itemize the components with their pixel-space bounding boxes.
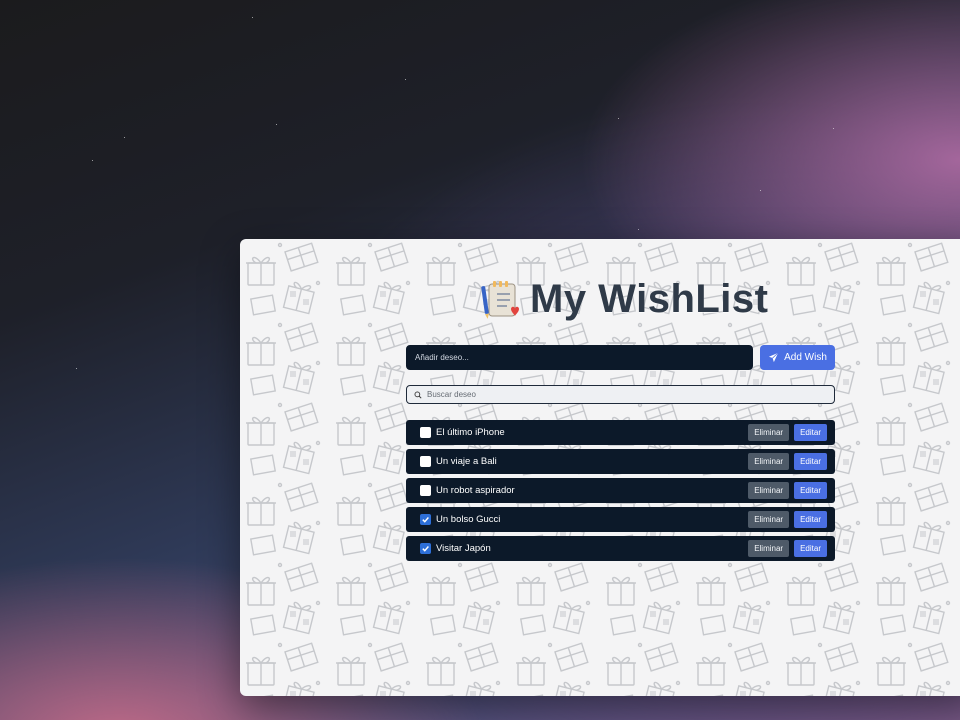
edit-button[interactable]: Editar [794,424,827,441]
checkmark-icon [422,546,429,552]
wish-item: Un bolso Gucci Eliminar Editar [406,507,835,532]
wish-checkbox[interactable] [420,514,431,525]
wish-checkbox[interactable] [420,543,431,554]
edit-button[interactable]: Editar [794,511,827,528]
wish-label: El último iPhone [436,427,505,438]
header: My WishList [480,275,769,323]
add-wish-button[interactable]: Add Wish [760,345,835,370]
wish-list: El último iPhone Eliminar Editar Un viaj… [406,420,835,565]
wish-checkbox[interactable] [420,485,431,496]
delete-button[interactable]: Eliminar [748,424,790,441]
wish-item: El último iPhone Eliminar Editar [406,420,835,445]
delete-button[interactable]: Eliminar [748,540,790,557]
wish-item: Visitar Japón Eliminar Editar [406,536,835,561]
checkmark-icon [422,517,429,523]
wish-checkbox[interactable] [420,456,431,467]
add-wish-button-label: Add Wish [784,352,827,363]
search-bar[interactable] [406,385,835,404]
wish-item: Un viaje a Bali Eliminar Editar [406,449,835,474]
wish-checkbox[interactable] [420,427,431,438]
wishlist-window: My WishList Add Wish El último iPhone El… [240,239,960,696]
add-wish-input[interactable] [406,345,753,370]
wish-item: Un robot aspirador Eliminar Editar [406,478,835,503]
wish-label: Un robot aspirador [436,485,515,496]
search-input[interactable] [427,390,807,399]
edit-button[interactable]: Editar [794,482,827,499]
search-icon [414,391,422,399]
notepad-pen-heart-icon [481,281,519,319]
wish-label: Un viaje a Bali [436,456,497,467]
delete-button[interactable]: Eliminar [748,453,790,470]
page-title: My WishList [530,276,769,321]
edit-button[interactable]: Editar [794,453,827,470]
edit-button[interactable]: Editar [794,540,827,557]
wish-label: Un bolso Gucci [436,514,501,525]
paper-plane-icon [769,352,779,363]
delete-button[interactable]: Eliminar [748,511,790,528]
wish-label: Visitar Japón [436,543,491,554]
delete-button[interactable]: Eliminar [748,482,790,499]
